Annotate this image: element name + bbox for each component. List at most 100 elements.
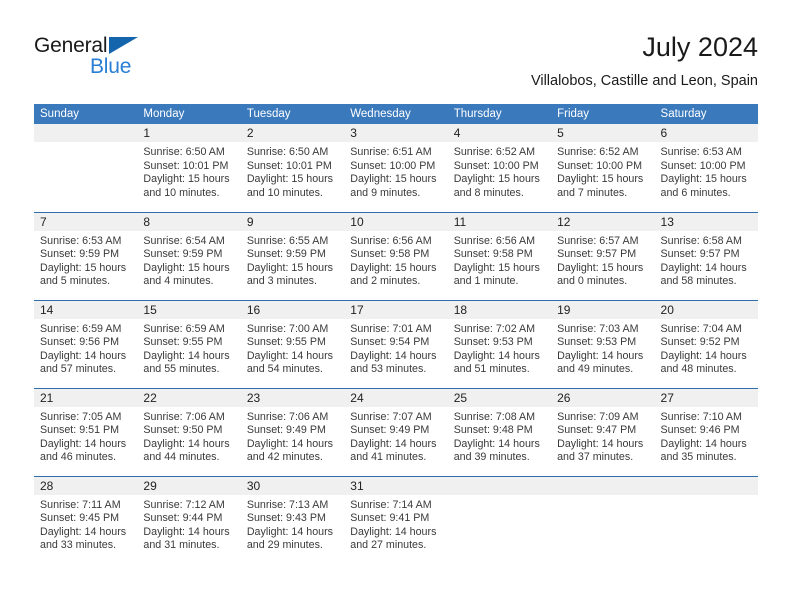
calendar-day-cell[interactable]: 26 Sunrise: 7:09 AM Sunset: 9:47 PM Dayligh… xyxy=(551,387,655,476)
sunset-time: Sunset: 9:48 PM xyxy=(453,424,533,437)
sunrise-time: Sunrise: 6:59 AM xyxy=(40,322,122,335)
day-number: 6 xyxy=(654,124,758,142)
day-cell-inner: 31 Sunrise: 7:14 AM Sunset: 9:41 PM Dayligh… xyxy=(344,476,448,565)
calendar-day-cell[interactable]: 16 Sunrise: 7:00 AM Sunset: 9:55 PM Dayligh… xyxy=(240,299,345,388)
sunrise-time: Sunrise: 7:10 AM xyxy=(660,410,742,423)
calendar-day-cell[interactable]: 23 Sunrise: 7:06 AM Sunset: 9:49 PM Dayligh… xyxy=(240,387,345,476)
day-details: Sunrise: 7:07 AM Sunset: 9:49 PM Daylight:… xyxy=(344,407,447,465)
day-details: Sunrise: 7:06 AM Sunset: 9:49 PM Daylight:… xyxy=(241,407,344,465)
calendar-body: 1 Sunrise: 6:50 AM Sunset: 10:01 PM Dayligh… xyxy=(34,124,758,564)
title-block: July 2024 Villalobos, Castille and Leon,… xyxy=(531,30,758,92)
daylight-duration-line2: and 7 minutes. xyxy=(557,186,628,199)
sunset-time: Sunset: 9:49 PM xyxy=(350,424,430,437)
day-details: Sunrise: 7:09 AM Sunset: 9:47 PM Daylight:… xyxy=(551,407,654,465)
day-cell-inner: 9 Sunrise: 6:55 AM Sunset: 9:59 PM Daylight… xyxy=(240,212,345,300)
calendar-day-cell[interactable]: 4 Sunrise: 6:52 AM Sunset: 10:00 PM Dayligh… xyxy=(447,124,552,212)
day-number: 26 xyxy=(551,388,655,407)
daylight-duration-line2: and 10 minutes. xyxy=(143,186,220,199)
daylight-duration-line1: Daylight: 15 hours xyxy=(143,173,230,186)
sunrise-time: Sunrise: 6:53 AM xyxy=(40,234,122,247)
calendar-day-cell[interactable]: 25 Sunrise: 7:08 AM Sunset: 9:48 PM Dayligh… xyxy=(447,387,552,476)
sunset-time: Sunset: 9:54 PM xyxy=(350,336,430,349)
calendar-day-cell[interactable]: 19 Sunrise: 7:03 AM Sunset: 9:53 PM Dayligh… xyxy=(551,299,655,388)
calendar-day-cell[interactable]: 5 Sunrise: 6:52 AM Sunset: 10:00 PM Dayligh… xyxy=(551,124,655,212)
sunset-time: Sunset: 9:49 PM xyxy=(246,424,326,437)
calendar-day-cell[interactable]: 10 Sunrise: 6:56 AM Sunset: 9:58 PM Dayligh… xyxy=(344,211,448,300)
calendar-empty-cell xyxy=(654,475,758,564)
daylight-duration-line1: Daylight: 15 hours xyxy=(350,173,437,186)
sunrise-time: Sunrise: 6:53 AM xyxy=(660,146,742,158)
calendar-day-cell[interactable]: 17 Sunrise: 7:01 AM Sunset: 9:54 PM Dayligh… xyxy=(344,299,448,388)
daylight-duration-line1: Daylight: 15 hours xyxy=(557,173,644,186)
daylight-duration-line2: and 27 minutes. xyxy=(350,539,427,552)
daylight-duration-line1: Daylight: 14 hours xyxy=(350,525,437,538)
daylight-duration-line2: and 9 minutes. xyxy=(350,186,421,199)
daylight-duration-line1: Daylight: 14 hours xyxy=(557,437,644,450)
sunrise-time: Sunrise: 6:55 AM xyxy=(246,234,329,247)
day-details: Sunrise: 6:55 AM Sunset: 9:59 PM Daylight:… xyxy=(241,231,344,289)
daylight-duration-line1: Daylight: 14 hours xyxy=(557,349,644,362)
calendar-week-row: 21 Sunrise: 7:05 AM Sunset: 9:51 PM Dayligh… xyxy=(34,387,758,476)
day-details: Sunrise: 6:50 AM Sunset: 10:01 PM Daylight… xyxy=(137,142,240,200)
daylight-duration-line1: Daylight: 15 hours xyxy=(350,261,437,274)
day-cell-inner xyxy=(34,124,138,212)
daylight-duration-line1: Daylight: 15 hours xyxy=(143,261,230,274)
sunset-time: Sunset: 9:59 PM xyxy=(246,248,326,261)
general-blue-logo[interactable]: General Blue xyxy=(34,34,164,86)
calendar-day-cell[interactable]: 18 Sunrise: 7:02 AM Sunset: 9:53 PM Dayligh… xyxy=(447,299,552,388)
day-cell-inner: 13 Sunrise: 6:58 AM Sunset: 9:57 PM Dayligh… xyxy=(654,212,758,300)
day-details: Sunrise: 6:50 AM Sunset: 10:01 PM Daylight… xyxy=(241,142,344,200)
calendar-day-cell[interactable]: 31 Sunrise: 7:14 AM Sunset: 9:41 PM Dayligh… xyxy=(344,475,448,565)
calendar-day-cell[interactable]: 8 Sunrise: 6:54 AM Sunset: 9:59 PM Daylight… xyxy=(137,211,241,300)
day-details: Sunrise: 7:11 AM Sunset: 9:45 PM Daylight:… xyxy=(34,495,137,553)
daylight-duration-line1: Daylight: 14 hours xyxy=(40,349,127,362)
day-details xyxy=(551,495,654,499)
calendar-day-cell[interactable]: 3 Sunrise: 6:51 AM Sunset: 10:00 PM Dayligh… xyxy=(344,124,448,212)
day-number: 17 xyxy=(344,300,448,319)
calendar-day-cell[interactable]: 22 Sunrise: 7:06 AM Sunset: 9:50 PM Dayligh… xyxy=(137,387,241,476)
daylight-duration-line1: Daylight: 15 hours xyxy=(246,261,333,274)
sunrise-time: Sunrise: 6:56 AM xyxy=(350,234,432,247)
day-number: 24 xyxy=(344,388,448,407)
day-cell-inner: 6 Sunrise: 6:53 AM Sunset: 10:00 PM Dayligh… xyxy=(654,124,758,212)
daylight-duration-line1: Daylight: 15 hours xyxy=(40,261,127,274)
calendar-day-cell[interactable]: 7 Sunrise: 6:53 AM Sunset: 9:59 PM Daylight… xyxy=(34,211,138,300)
day-cell-inner: 14 Sunrise: 6:59 AM Sunset: 9:56 PM Dayligh… xyxy=(34,300,138,388)
daylight-duration-line1: Daylight: 14 hours xyxy=(350,349,437,362)
calendar-day-cell[interactable]: 30 Sunrise: 7:13 AM Sunset: 9:43 PM Dayligh… xyxy=(240,475,345,564)
daylight-duration-line1: Daylight: 15 hours xyxy=(660,173,747,186)
calendar-day-cell[interactable]: 1 Sunrise: 6:50 AM Sunset: 10:01 PM Dayligh… xyxy=(137,124,241,212)
day-number: 13 xyxy=(654,212,758,231)
day-number: 21 xyxy=(34,388,138,407)
calendar-day-cell[interactable]: 28 Sunrise: 7:11 AM Sunset: 9:45 PM Dayligh… xyxy=(34,475,138,564)
calendar-day-cell[interactable]: 27 Sunrise: 7:10 AM Sunset: 9:46 PM Dayligh… xyxy=(654,387,758,476)
calendar-day-cell[interactable]: 11 Sunrise: 6:56 AM Sunset: 9:58 PM Dayligh… xyxy=(447,211,552,300)
calendar-week-row: 1 Sunrise: 6:50 AM Sunset: 10:01 PM Dayligh… xyxy=(34,124,758,212)
calendar-day-cell[interactable]: 24 Sunrise: 7:07 AM Sunset: 9:49 PM Dayligh… xyxy=(344,387,448,476)
sunset-time: Sunset: 9:50 PM xyxy=(143,424,223,437)
day-details: Sunrise: 6:53 AM Sunset: 10:00 PM Daylight… xyxy=(655,142,758,200)
calendar-day-cell[interactable]: 20 Sunrise: 7:04 AM Sunset: 9:52 PM Dayligh… xyxy=(654,299,758,388)
day-cell-inner: 19 Sunrise: 7:03 AM Sunset: 9:53 PM Dayligh… xyxy=(551,300,655,388)
calendar-day-cell[interactable]: 6 Sunrise: 6:53 AM Sunset: 10:00 PM Dayligh… xyxy=(654,124,758,212)
sunrise-time: Sunrise: 7:06 AM xyxy=(143,410,225,423)
calendar-day-cell[interactable]: 9 Sunrise: 6:55 AM Sunset: 9:59 PM Daylight… xyxy=(240,211,345,300)
calendar-day-cell[interactable]: 12 Sunrise: 6:57 AM Sunset: 9:57 PM Dayligh… xyxy=(551,211,655,300)
sunset-time: Sunset: 9:59 PM xyxy=(143,248,223,261)
calendar-day-cell[interactable]: 21 Sunrise: 7:05 AM Sunset: 9:51 PM Dayligh… xyxy=(34,387,138,476)
daylight-duration-line1: Daylight: 14 hours xyxy=(453,437,540,450)
calendar-day-cell[interactable]: 2 Sunrise: 6:50 AM Sunset: 10:01 PM Dayligh… xyxy=(240,124,345,212)
calendar-day-cell[interactable]: 29 Sunrise: 7:12 AM Sunset: 9:44 PM Dayligh… xyxy=(137,475,241,564)
calendar-day-cell[interactable]: 14 Sunrise: 6:59 AM Sunset: 9:56 PM Dayligh… xyxy=(34,299,138,388)
daylight-duration-line2: and 53 minutes. xyxy=(350,363,427,376)
calendar-day-cell[interactable]: 15 Sunrise: 6:59 AM Sunset: 9:55 PM Dayligh… xyxy=(137,299,241,388)
day-details: Sunrise: 6:54 AM Sunset: 9:59 PM Daylight:… xyxy=(137,231,240,289)
sunset-time: Sunset: 9:52 PM xyxy=(660,336,740,349)
day-number: 1 xyxy=(137,124,241,142)
day-details: Sunrise: 7:12 AM Sunset: 9:44 PM Daylight:… xyxy=(137,495,240,553)
sunrise-time: Sunrise: 6:57 AM xyxy=(557,234,639,247)
day-cell-inner xyxy=(447,476,552,565)
daylight-duration-line1: Daylight: 14 hours xyxy=(246,525,333,538)
day-cell-inner: 17 Sunrise: 7:01 AM Sunset: 9:54 PM Dayligh… xyxy=(344,300,448,388)
calendar-day-cell[interactable]: 13 Sunrise: 6:58 AM Sunset: 9:57 PM Dayligh… xyxy=(654,211,758,300)
